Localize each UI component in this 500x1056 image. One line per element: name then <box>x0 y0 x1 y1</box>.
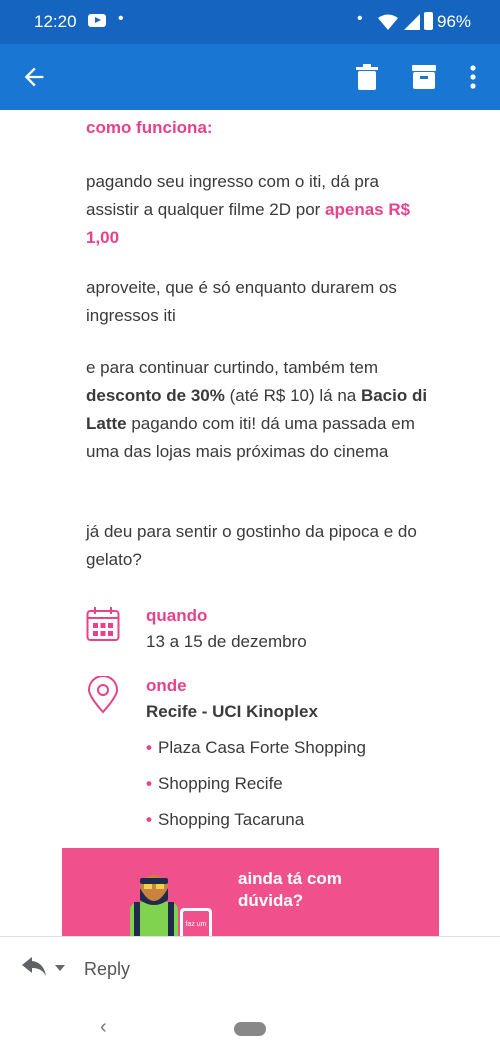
where-label: onde <box>146 676 187 695</box>
paragraph-3-mid: (até R$ 10) lá na <box>224 386 361 405</box>
paragraph-3-post: pagando com iti! dá uma passada em uma d… <box>86 414 415 461</box>
youtube-notification-icon <box>88 14 106 27</box>
battery-percent: 96% <box>437 12 472 31</box>
trash-icon[interactable] <box>356 64 378 90</box>
where-value: Recife - UCI Kinoplex <box>146 702 318 721</box>
paragraph-3-pre: e para continuar curtindo, também tem <box>86 358 378 377</box>
list-item: Shopping Recife <box>146 770 366 806</box>
app-bar <box>0 44 500 110</box>
reply-bar: Reply <box>0 936 500 1002</box>
phone-screen-text: faz um <box>185 921 206 928</box>
list-item: Plaza Casa Forte Shopping <box>146 734 366 770</box>
signal-icon <box>404 14 420 30</box>
location-list: Plaza Casa Forte Shopping Shopping Recif… <box>146 734 366 842</box>
more-vert-icon[interactable] <box>466 65 480 89</box>
calendar-icon <box>86 607 120 641</box>
list-item: Shopping Tacaruna <box>146 806 366 842</box>
paragraph-3: e para continuar curtindo, também tem de… <box>86 354 436 466</box>
person-with-phone-illustration: faz um <box>130 875 212 936</box>
archive-icon[interactable] <box>412 65 436 89</box>
promo-banner[interactable]: faz um ainda tá com dúvida? <box>62 848 439 936</box>
paragraph-1: pagando seu ingresso com o iti, dá pra a… <box>86 168 436 252</box>
reply-options-chevron-down-icon[interactable] <box>55 965 65 971</box>
discount-text: desconto de 30% <box>86 386 225 405</box>
notification-dot-icon: • <box>357 10 363 27</box>
section-title: como funciona: <box>86 118 213 137</box>
back-arrow-icon[interactable] <box>20 63 48 91</box>
reply-button[interactable]: Reply <box>84 959 130 980</box>
status-bar: 12:20 • • 96% <box>0 0 500 44</box>
home-pill[interactable] <box>234 1022 266 1036</box>
paragraph-4: já deu para sentir o gostinho da pipoca … <box>86 522 417 569</box>
when-label: quando <box>146 606 208 625</box>
wifi-icon <box>378 14 398 30</box>
system-nav-bar: ‹ <box>0 1002 500 1056</box>
system-back-icon[interactable]: ‹ <box>100 1016 107 1039</box>
location-pin-icon <box>87 676 119 714</box>
paragraph-2: aproveite, que é só enquanto durarem os … <box>86 278 397 325</box>
status-time: 12:20 <box>34 12 77 31</box>
notification-dot-icon: • <box>118 10 124 27</box>
banner-title: ainda tá com dúvida? <box>238 869 342 910</box>
when-value: 13 a 15 de dezembro <box>146 632 307 651</box>
reply-icon[interactable] <box>22 957 46 977</box>
battery-icon <box>424 12 433 30</box>
